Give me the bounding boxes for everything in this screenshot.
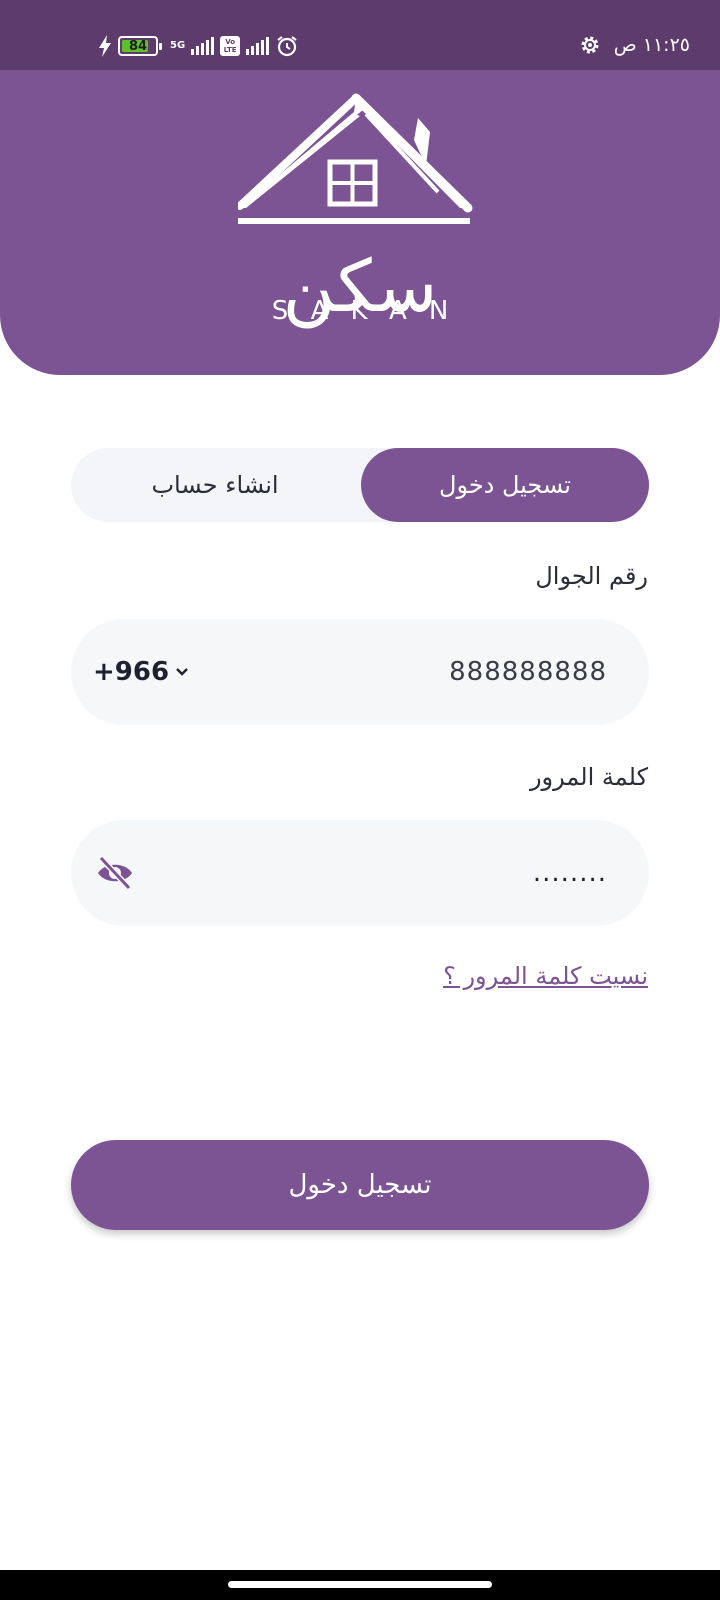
login-button[interactable]: تسجيل دخول (71, 1140, 649, 1230)
eye-off-icon[interactable] (95, 853, 135, 893)
password-label: كلمة المرور (529, 763, 648, 791)
brand-name-english: SAKAN (271, 296, 471, 326)
login-screen: 84 5G Vo LTE ١١:٢٥ ص سكن SAKAN انشاء حسا… (0, 0, 720, 1600)
battery-icon: 84 (118, 36, 162, 56)
network-type-label: 5G (170, 40, 186, 51)
house-logo-icon (238, 93, 473, 224)
status-time: ١١:٢٥ ص (613, 34, 690, 56)
home-indicator[interactable] (228, 1581, 492, 1588)
forgot-password-link[interactable]: نسيت كلمة المرور ؟ (443, 962, 648, 990)
tab-register[interactable]: انشاء حساب (71, 448, 359, 522)
system-nav-bar (0, 1570, 720, 1600)
volte-icon: Vo LTE (220, 36, 241, 56)
brand-header: سكن SAKAN (0, 70, 720, 375)
phone-field[interactable]: +966 888888888 (71, 619, 649, 725)
password-input[interactable]: ........ (533, 820, 607, 926)
status-left-group: 84 5G Vo LTE (98, 32, 299, 60)
battery-level-text: 84 (128, 38, 148, 54)
settings-gear-icon (581, 36, 599, 54)
signal-icon (191, 37, 215, 55)
phone-input[interactable]: 888888888 (449, 619, 607, 725)
country-code-selector[interactable]: +966 (93, 619, 189, 725)
tab-login[interactable]: تسجيل دخول (361, 448, 649, 522)
status-bar: 84 5G Vo LTE ١١:٢٥ ص (0, 0, 720, 70)
charging-bolt-icon (99, 35, 111, 57)
alarm-icon (277, 36, 297, 57)
chevron-down-icon (176, 668, 188, 676)
country-code: +966 (93, 657, 170, 687)
password-field[interactable]: ........ (71, 820, 649, 926)
auth-tabs: انشاء حساب تسجيل دخول (71, 448, 649, 522)
signal-icon-2 (246, 37, 270, 55)
phone-label: رقم الجوال (535, 562, 648, 590)
